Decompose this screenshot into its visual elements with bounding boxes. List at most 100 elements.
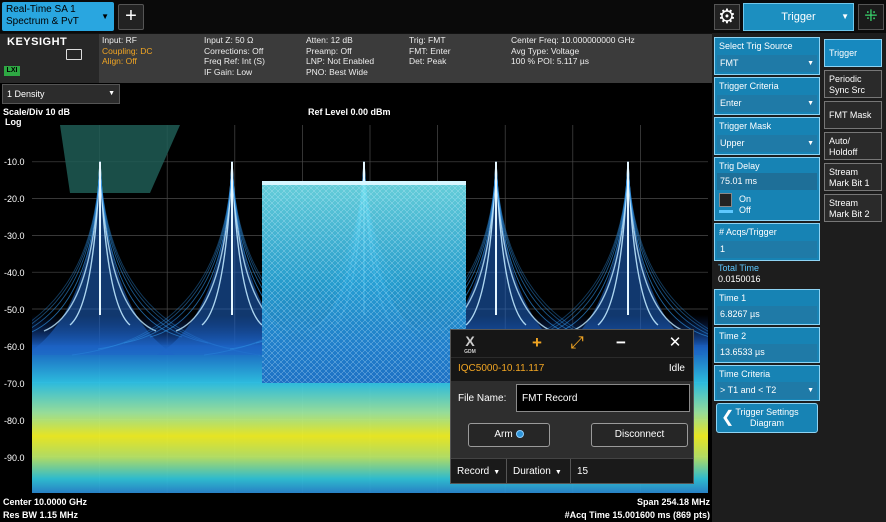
flat-signal-mesh — [262, 183, 466, 383]
logo-sub: GDM — [464, 349, 476, 355]
dropdown-arrow-icon: ▼ — [807, 60, 814, 67]
info-freq-ref: Freq Ref: Int (S) — [204, 56, 265, 66]
system-display-icon[interactable] — [66, 49, 82, 60]
time2-label: Time 2 — [719, 331, 747, 341]
add-screen-button[interactable]: + — [118, 4, 144, 30]
criteria-label: Trigger Criteria — [719, 81, 779, 91]
info-align: Align: Off — [102, 56, 137, 66]
info-center-freq: Center Freq: 10.000000000 GHz — [511, 35, 635, 45]
time-criteria-select[interactable]: > T1 and < T2 ▼ — [717, 382, 817, 399]
criteria-value: Enter — [720, 98, 742, 108]
info-avg-type: Avg Type: Voltage — [511, 45, 580, 56]
dropdown-arrow-icon: ▼ — [807, 140, 814, 147]
y-tick: -70.0 — [4, 379, 25, 389]
trigger-menu-panel: Select Trig Source FMT ▼ Trigger Criteria… — [712, 33, 886, 522]
delay-value[interactable]: 75.01 ms — [717, 173, 817, 190]
tab-stream-mark-bit-2[interactable]: Stream Mark Bit 2 — [824, 194, 882, 222]
info-atten: Atten: 12 dB — [306, 35, 353, 45]
res-bw-readout[interactable]: Res BW 1.15 MHz — [3, 510, 78, 520]
file-name-input[interactable] — [516, 384, 690, 412]
delay-off-label: Off — [739, 205, 751, 215]
mode-tab[interactable]: Real-Time SA 1 Spectrum & PvT ▼ — [2, 2, 114, 31]
acqs-value[interactable]: 1 — [717, 241, 817, 258]
minimize-icon[interactable]: − — [611, 333, 631, 353]
iqc-status-row: IQC5000-10.11.117 Idle — [451, 357, 693, 381]
corrections-info[interactable]: Input Z: 50 Ω Corrections: Off Freq Ref:… — [204, 35, 265, 77]
frequency-info[interactable]: Center Freq: 10.000000000 GHz Avg Type: … — [511, 35, 635, 67]
time-criteria-label: Time Criteria — [719, 369, 771, 379]
dropdown-arrow-icon: ▼ — [807, 100, 814, 107]
time1-value[interactable]: 6.8267 µs — [717, 306, 817, 323]
trace-bar: 1 Density ▼ — [0, 83, 712, 105]
expand-icon[interactable]: ⤢ — [567, 333, 587, 353]
dropdown-arrow-icon: ▼ — [841, 12, 849, 21]
time1-control[interactable]: Time 1 6.8267 µs — [714, 289, 820, 325]
trigger-info[interactable]: Trig: FMT FMT: Enter Det: Peak — [409, 35, 451, 67]
y-tick: -20.0 — [4, 194, 25, 204]
tab-auto-holdoff[interactable]: Auto/ Holdoff — [824, 132, 882, 160]
input-info[interactable]: Input: RF Coupling: DC Align: Off — [102, 35, 153, 67]
trace-view-value: 1 Density — [7, 89, 45, 99]
info-corrections: Corrections: Off — [204, 45, 264, 56]
record-dropdown[interactable]: Record ▼ — [451, 459, 507, 484]
acqs-per-trigger-control[interactable]: # Acqs/Trigger 1 — [714, 223, 820, 261]
span-readout[interactable]: Span 254.18 MHz — [637, 497, 710, 507]
info-poi: 100 % POI: 5.117 µs — [511, 56, 589, 66]
trig-source-select[interactable]: FMT ▼ — [717, 55, 817, 72]
duration-label: Duration — [513, 466, 551, 477]
trig-source-value: FMT — [720, 58, 739, 68]
menu-panel-title[interactable]: Trigger ▼ — [743, 3, 854, 31]
trace-view-select[interactable]: 1 Density ▼ — [2, 84, 120, 104]
tab-periodic-sync-src[interactable]: Periodic Sync Src — [824, 70, 882, 98]
duration-value[interactable]: 15 — [571, 459, 693, 484]
settings-gear-icon[interactable]: ⚙ — [714, 4, 740, 30]
time2-value[interactable]: 13.6533 µs — [717, 344, 817, 361]
trigger-mask-control[interactable]: Trigger Mask Upper ▼ — [714, 117, 820, 155]
record-label: Record — [457, 466, 490, 477]
chevron-left-icon: ❮ — [721, 409, 735, 426]
mask-label: Trigger Mask — [719, 121, 772, 131]
trigger-settings-diagram-button[interactable]: ❮ Trigger Settings Diagram — [716, 403, 818, 433]
time-criteria-control[interactable]: Time Criteria > T1 and < T2 ▼ — [714, 365, 820, 401]
iqc-footer: Record ▼ Duration ▼ 15 — [451, 458, 693, 484]
disconnect-button[interactable]: Disconnect — [591, 423, 688, 447]
close-icon[interactable]: ✕ — [665, 333, 685, 353]
ref-level[interactable]: Ref Level 0.00 dBm — [308, 107, 391, 117]
criteria-select[interactable]: Enter ▼ — [717, 95, 817, 112]
off-indicator — [719, 210, 733, 213]
info-fmt: FMT: Enter — [409, 45, 451, 56]
settings-info-bar: KEYSIGHT LXI Input: RF Coupling: DC Alig… — [0, 33, 712, 84]
center-freq-readout[interactable]: Center 10.0000 GHz — [3, 497, 87, 507]
tab-fmt-mask[interactable]: FMT Mask — [824, 101, 882, 129]
y-tick: -40.0 — [4, 268, 25, 278]
trig-delay-control[interactable]: Trig Delay 75.01 ms On Off — [714, 157, 820, 221]
tab-stream-mark-bit-1[interactable]: Stream Mark Bit 1 — [824, 163, 882, 191]
tab-trigger[interactable]: Trigger — [824, 39, 882, 67]
keysight-logo: KEYSIGHT — [7, 36, 68, 48]
trig-source-control[interactable]: Select Trig Source FMT ▼ — [714, 37, 820, 75]
total-time-value: 0.0150016 — [718, 274, 761, 284]
top-toolbar: Real-Time SA 1 Spectrum & PvT ▼ + ⚙ Trig… — [0, 0, 886, 33]
info-pno: PNO: Best Wide — [306, 66, 368, 77]
acq-time-readout[interactable]: #Acq Time 15.001600 ms (869 pts) — [565, 510, 710, 520]
arm-label: Arm — [494, 429, 513, 440]
menu-title-label: Trigger — [781, 11, 816, 23]
iqc-recorder-dialog: X GDM + ⤢ − ✕ IQC5000-10.11.117 Idle Fil… — [450, 329, 694, 484]
duration-dropdown[interactable]: Duration ▼ — [507, 459, 571, 484]
info-input: Input: RF — [102, 35, 137, 45]
trigger-criteria-control[interactable]: Trigger Criteria Enter ▼ — [714, 77, 820, 115]
dropdown-arrow-icon: ▼ — [554, 469, 562, 476]
add-icon[interactable]: + — [527, 333, 547, 353]
delay-toggle[interactable] — [719, 193, 732, 207]
busy-indicator-icon[interactable]: ⁜ — [858, 4, 884, 30]
dropdown-arrow-icon: ▼ — [108, 90, 115, 97]
dropdown-arrow-icon: ▼ — [807, 387, 814, 394]
attenuation-info[interactable]: Atten: 12 dB Preamp: Off LNP: Not Enable… — [306, 35, 374, 77]
flat-signal-top — [262, 181, 466, 185]
arm-button[interactable]: Arm — [468, 423, 550, 447]
trig-source-label: Select Trig Source — [719, 41, 793, 51]
time2-control[interactable]: Time 2 13.6533 µs — [714, 327, 820, 363]
dropdown-arrow-icon: ▼ — [101, 12, 109, 21]
mask-select[interactable]: Upper ▼ — [717, 135, 817, 152]
y-tick: -30.0 — [4, 231, 25, 241]
